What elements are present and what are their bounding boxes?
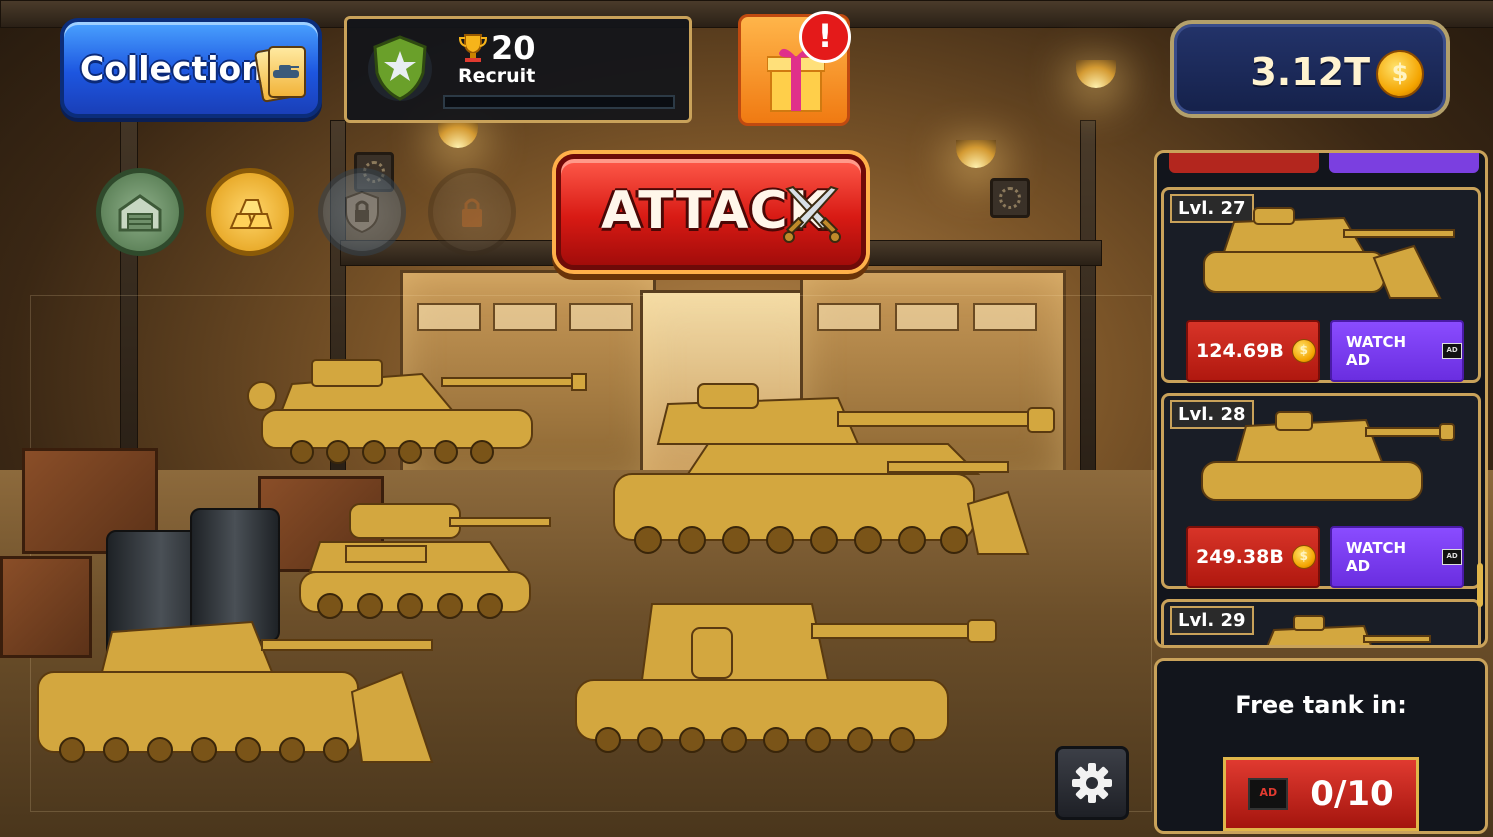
garage-icon	[118, 194, 162, 232]
rank-shield-icon	[368, 35, 432, 101]
currency-panel: 3.12T $	[1170, 20, 1450, 118]
shop-item-card: Lvl. 29	[1161, 599, 1481, 645]
notification-badge: !	[799, 11, 851, 63]
coin-balance: 3.12T	[1250, 50, 1370, 94]
free-tank-progress: 0/10	[1310, 774, 1394, 814]
trophy-icon	[459, 34, 487, 62]
free-tank-panel: Free tank in: AD 0/10	[1154, 658, 1488, 834]
gold-bars-icon	[229, 199, 273, 229]
collection-label: Collection	[80, 48, 265, 88]
shop-item-card: Lvl. 28 249.38B $ WATCH AD AD	[1161, 393, 1481, 589]
coin-icon: $	[1376, 50, 1424, 98]
price-label: 124.69B	[1196, 340, 1284, 362]
collection-button[interactable]: Collection	[60, 18, 322, 118]
shop-tab-red[interactable]	[1169, 153, 1319, 173]
coin-icon: $	[1291, 545, 1316, 569]
ad-video-icon: AD	[1442, 549, 1462, 565]
crossed-swords-icon	[783, 185, 841, 243]
rank-panel[interactable]: 20 Recruit	[344, 16, 692, 123]
tank-icon	[1203, 207, 1455, 299]
settings-button[interactable]	[1055, 746, 1129, 820]
gear-icon	[1072, 763, 1112, 803]
tank-icon	[1201, 411, 1455, 501]
shop-scrollbar[interactable]	[1477, 563, 1483, 607]
watch-ad-button[interactable]: WATCH AD AD	[1330, 320, 1464, 382]
buy-tank-button[interactable]: 124.69B $	[1186, 320, 1320, 382]
tank-icon	[1266, 615, 1431, 645]
gold-button[interactable]	[206, 168, 294, 256]
tank-sprite[interactable]	[242, 344, 587, 474]
tank-sprite[interactable]	[608, 374, 1058, 562]
watch-ad-button[interactable]: WATCH AD AD	[1330, 526, 1464, 588]
rank-progress-bar	[443, 95, 675, 109]
cards-icon	[253, 44, 306, 103]
gift-button[interactable]: !	[738, 11, 851, 126]
price-label: 249.38B	[1196, 546, 1284, 568]
lock-icon	[462, 198, 482, 227]
tank-level-label: Lvl. 29	[1170, 606, 1254, 635]
locked-feature-button-2[interactable]	[428, 168, 516, 256]
trophy-count: 20	[491, 29, 536, 67]
tank-sprite[interactable]	[572, 594, 1002, 762]
buy-tank-button[interactable]: 249.38B $	[1186, 526, 1320, 588]
locked-feature-button[interactable]	[318, 168, 406, 256]
rank-title: Recruit	[458, 65, 536, 87]
coin-icon: $	[1291, 339, 1316, 363]
tank-shop-panel[interactable]: Lvl. 27 124.69B $ WATCH AD AD Lvl. 28 24…	[1154, 150, 1488, 648]
watch-ad-label: WATCH AD	[1346, 333, 1407, 369]
attack-button[interactable]: ATTACK	[556, 154, 866, 270]
shop-tab-purple[interactable]	[1329, 153, 1479, 173]
ad-film-icon: AD	[1248, 778, 1289, 810]
free-tank-title: Free tank in:	[1235, 691, 1407, 719]
ad-video-icon: AD	[1442, 343, 1462, 359]
garage-button[interactable]	[96, 168, 184, 256]
shop-tab-strip	[1169, 153, 1479, 173]
watch-ad-label: WATCH AD	[1346, 539, 1407, 575]
tank-sprite[interactable]	[290, 494, 560, 630]
tank-sprite[interactable]	[32, 612, 436, 772]
locked-shield-icon	[345, 190, 379, 234]
free-tank-ad-button[interactable]: AD 0/10	[1223, 757, 1419, 831]
shop-item-card: Lvl. 27 124.69B $ WATCH AD AD	[1161, 187, 1481, 383]
